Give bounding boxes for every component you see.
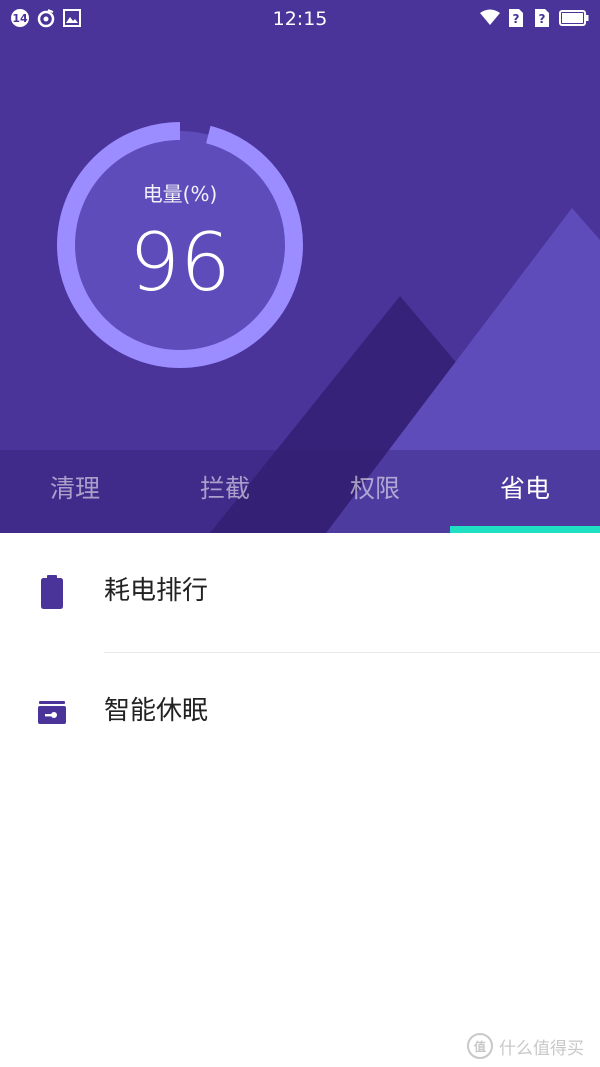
tab-permissions[interactable]: 权限 xyxy=(300,450,450,533)
svg-text:?: ? xyxy=(513,12,520,26)
list-item-power-ranking[interactable]: 耗电排行 xyxy=(0,533,600,653)
status-bar: 14 12:15 ? ? xyxy=(0,0,600,38)
watermark-text: 什么值得买 xyxy=(499,1038,584,1059)
battery-status-icon xyxy=(558,8,590,28)
active-tab-indicator xyxy=(450,526,600,533)
tab-power-saving[interactable]: 省电 xyxy=(450,450,600,533)
battery-percentage: 96 xyxy=(129,216,231,309)
list-item-label: 智能休眠 xyxy=(104,696,209,726)
watermark: 值 什么值得买 xyxy=(467,1033,584,1059)
tab-clean[interactable]: 清理 xyxy=(0,450,150,533)
battery-icon xyxy=(41,575,63,609)
sim1-unknown-icon: ? xyxy=(506,8,526,28)
tab-label: 权限 xyxy=(349,474,400,503)
battery-label: 电量(%) xyxy=(142,182,218,206)
list-item-label: 耗电排行 xyxy=(104,576,209,606)
power-options-list: 耗电排行 智能休眠 xyxy=(0,533,600,773)
svg-text:?: ? xyxy=(539,12,546,26)
battery-hero: 14 12:15 ? ? 电量(%) 96 清理 拦截 权限 省电 xyxy=(0,0,600,533)
tab-label: 省电 xyxy=(499,474,550,503)
tab-label: 拦截 xyxy=(199,474,250,503)
wifi-icon xyxy=(480,8,500,28)
tab-bar: 清理 拦截 权限 省电 xyxy=(0,450,600,533)
list-item-smart-sleep[interactable]: 智能休眠 xyxy=(0,653,600,773)
watermark-logo-icon: 值 xyxy=(467,1033,493,1059)
sim2-unknown-icon: ? xyxy=(532,8,552,28)
tab-label: 清理 xyxy=(49,474,100,503)
tab-block[interactable]: 拦截 xyxy=(150,450,300,533)
sleep-box-icon xyxy=(38,701,66,724)
